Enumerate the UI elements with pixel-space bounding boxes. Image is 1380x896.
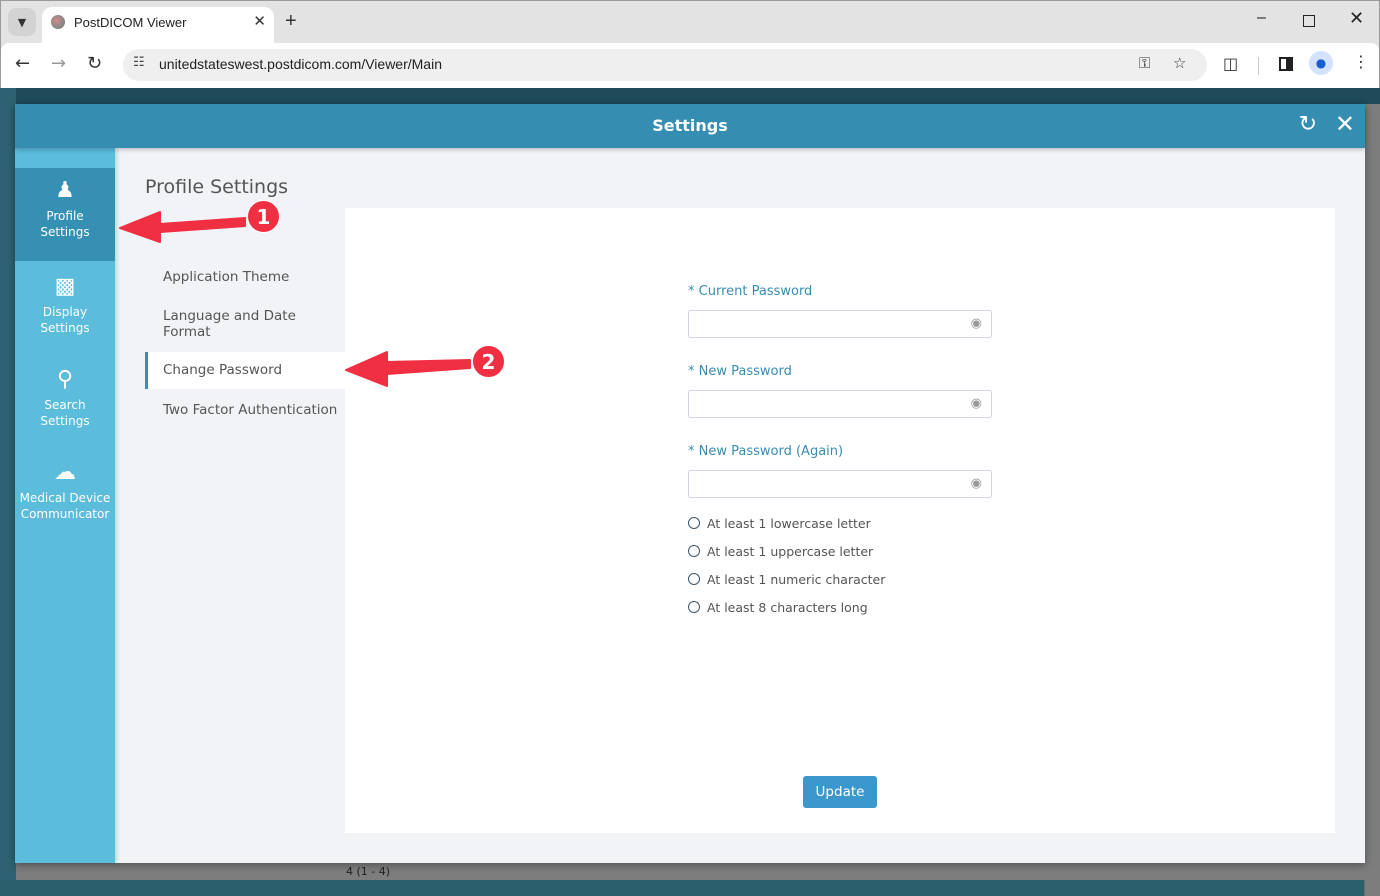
annotation-arrow-2 [345, 351, 471, 387]
annotation-layer [119, 211, 471, 387]
annotation-arrow-1 [119, 211, 246, 243]
annotation-badge-2: 2 [472, 345, 505, 378]
annotation-badge-1: 1 [247, 200, 280, 233]
